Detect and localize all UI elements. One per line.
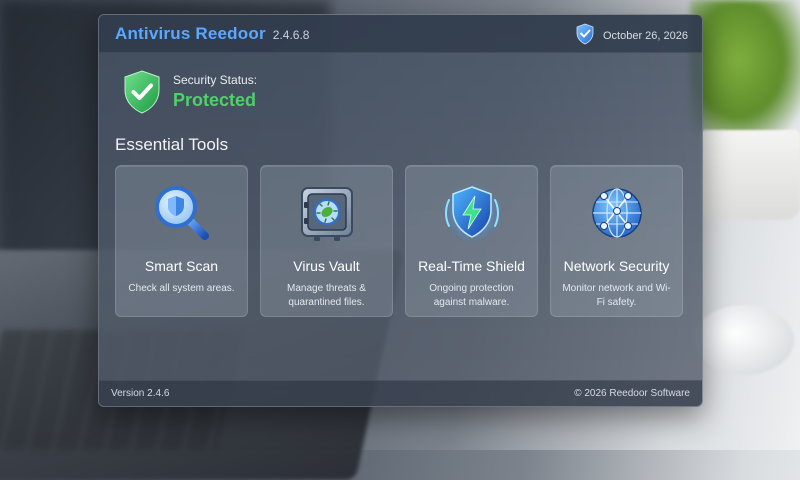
shield-check-icon bbox=[124, 70, 160, 114]
footer-copyright: © 2026 Reedoor Software bbox=[574, 388, 690, 399]
footer-version: Version 2.4.6 bbox=[111, 388, 170, 399]
background-plant bbox=[690, 0, 800, 150]
section-title: Essential Tools bbox=[115, 135, 229, 154]
app-window: Antivirus Reedoor 2.4.6.8 October 26, 20… bbox=[98, 14, 703, 407]
globe-network-icon bbox=[591, 188, 642, 238]
tool-description: Monitor network and Wi-Fi safety. bbox=[562, 283, 671, 308]
background-mouse bbox=[694, 305, 794, 375]
background-pot bbox=[700, 130, 800, 220]
tool-card-real-time-shield[interactable]: Real-Time Shield Ongoing protection agai… bbox=[405, 165, 538, 317]
tool-description: Ongoing protection against malware. bbox=[429, 283, 514, 308]
status-footer: Version 2.4.6 © 2026 Reedoor Software bbox=[99, 380, 702, 406]
security-status: Security Status: Protected bbox=[121, 69, 257, 115]
app-title: Antivirus Reedoor bbox=[115, 23, 266, 43]
title-bar: Antivirus Reedoor 2.4.6.8 October 26, 20… bbox=[99, 15, 702, 53]
status-value: Protected bbox=[173, 90, 257, 110]
tool-description: Check all system areas. bbox=[128, 283, 235, 294]
tool-title: Smart Scan bbox=[144, 258, 219, 274]
tool-card-smart-scan[interactable]: Smart Scan Check all system areas. bbox=[115, 165, 248, 317]
magnifier-shield-icon bbox=[154, 186, 209, 240]
app-version: 2.4.6.8 bbox=[272, 27, 310, 42]
current-date: October 26, 2026 bbox=[602, 29, 688, 42]
vault-virus-icon bbox=[300, 187, 353, 241]
tool-card-virus-vault[interactable]: Virus Vault Manage threats & quarantined… bbox=[260, 165, 393, 317]
shield-check-icon bbox=[576, 23, 594, 44]
tools-grid: Smart Scan Check all system areas. Virus… bbox=[115, 165, 683, 317]
lightning-shield-icon bbox=[441, 183, 502, 243]
status-label: Security Status: bbox=[173, 73, 258, 87]
tool-description: Manage threats & quarantined files. bbox=[287, 283, 366, 308]
tool-title: Virus Vault bbox=[293, 258, 360, 274]
tool-card-network-security[interactable]: Network Security Monitor network and Wi-… bbox=[550, 165, 683, 317]
tool-title: Real-Time Shield bbox=[418, 258, 525, 274]
tool-title: Network Security bbox=[563, 258, 670, 274]
